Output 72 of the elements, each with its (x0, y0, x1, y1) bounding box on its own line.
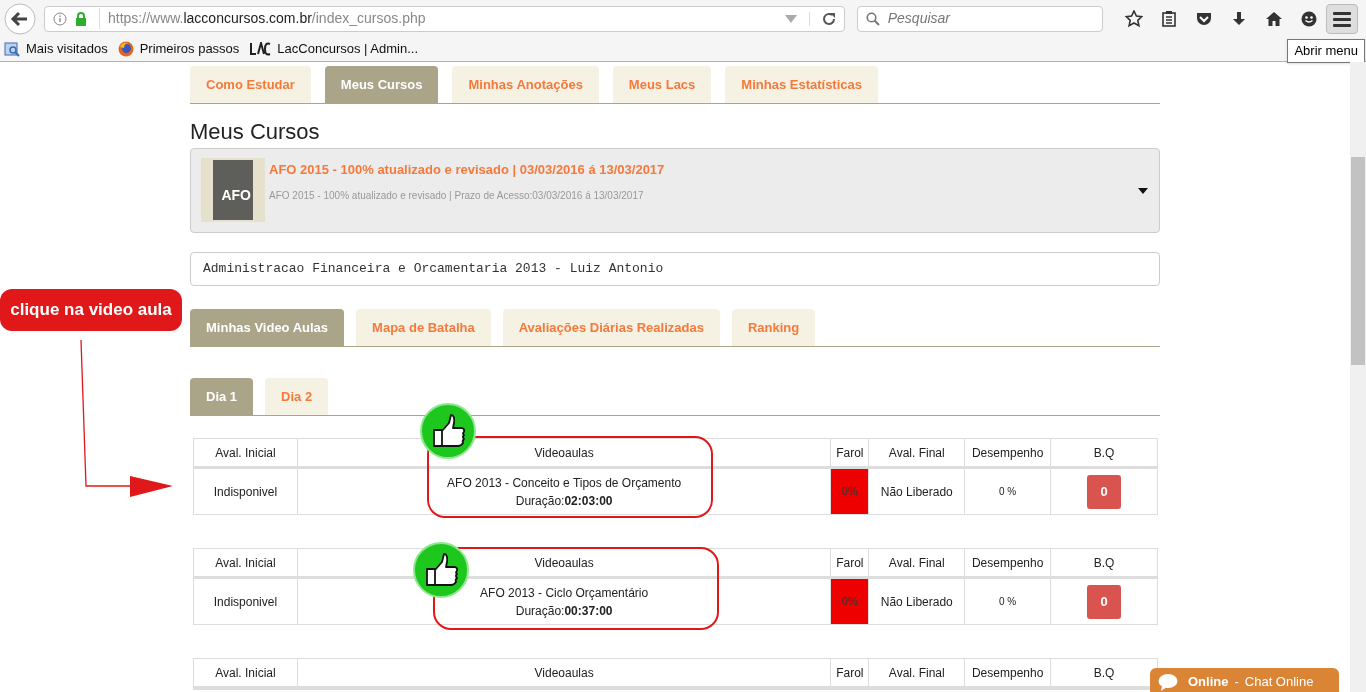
status-light: 0% (831, 469, 870, 514)
bookmark-link[interactable]: LacConcursos | Admin... (277, 39, 418, 59)
tab[interactable]: Minhas Estatísticas (725, 66, 878, 103)
column-header: B.Q (1092, 664, 1116, 682)
tab[interactable]: Meus Lacs (612, 66, 712, 103)
table-cell: 0 % (965, 579, 1052, 624)
course-dropdown[interactable]: AFO AFO 2015 - 100% atualizado e revisado | 03/03/2016 á 13/03/2017 AFO 2015 - 100% atualizado e revisado | Prazo de Acesso:03/03/2016 á 13/03/2017 (190, 148, 1160, 233)
tab[interactable]: Dia 2 (265, 378, 329, 415)
search-icon (865, 11, 880, 26)
column-header: Videoaulas (297, 659, 832, 686)
reload-button[interactable] (808, 11, 836, 26)
info-icon[interactable] (53, 11, 67, 26)
search-field[interactable]: Pesquisar (856, 5, 1104, 32)
bq-button[interactable]: 0 (1087, 584, 1122, 619)
smiley-icon[interactable] (1300, 9, 1319, 28)
table-cell: Indisponivel (194, 579, 298, 624)
callout-label: clique na video aula (0, 289, 182, 331)
column-header: Aval. Inicial (194, 549, 298, 576)
column-header: Aval. Final (869, 549, 966, 576)
column-header: B.Q (1092, 554, 1116, 572)
tooltip: Abrir menu (1287, 39, 1365, 63)
search-input[interactable]: Pesquisar (887, 8, 1095, 29)
column-header: Farol (831, 549, 870, 576)
thumbs-up-icon (413, 542, 469, 598)
clipboard-icon[interactable] (1160, 9, 1179, 28)
tab[interactable]: Ranking (731, 309, 816, 346)
status-light: 0% (831, 579, 870, 624)
back-button[interactable] (4, 2, 36, 35)
column-header: B.Q (1092, 444, 1116, 462)
column-header: Desempenho (965, 439, 1052, 466)
table-cell: Indisponivel (194, 469, 298, 514)
table-cell: Não Liberado (869, 469, 966, 514)
tab[interactable]: Minhas Anotações (452, 66, 599, 103)
tab[interactable]: Mapa de Batalha (356, 309, 491, 346)
firefox-icon (117, 41, 134, 57)
bookmarks-icon (4, 41, 20, 57)
table-cell: 0 % (965, 469, 1052, 514)
lock-icon (75, 11, 87, 26)
lac-logo-icon (249, 42, 272, 56)
thumbs-up-icon (420, 403, 476, 459)
column-header: Desempenho (965, 549, 1052, 576)
tab[interactable]: Meus Cursos (324, 66, 439, 103)
star-icon[interactable] (1125, 9, 1144, 28)
table-cell: Não Liberado (869, 579, 966, 624)
bookmark-link[interactable]: Primeiros passos (139, 39, 240, 59)
url-text: https://www.lacconcursos.com.br/index_cursos.php (99, 8, 426, 29)
tab[interactable]: Minhas Video Aulas (190, 309, 345, 346)
column-header: Desempenho (965, 659, 1052, 686)
bookmark-link[interactable]: Mais visitados (26, 39, 108, 59)
column-header: Farol (831, 439, 870, 466)
column-header: Aval. Inicial (194, 439, 298, 466)
caret-icon (1138, 188, 1148, 194)
address-bar[interactable]: https://www.lacconcursos.com.br/index_cursos.php (44, 5, 845, 32)
chat-bubble-icon (1158, 673, 1178, 691)
menu-button[interactable] (1326, 3, 1358, 34)
bq-button[interactable]: 0 (1087, 474, 1122, 509)
scrollbar[interactable] (1350, 62, 1366, 692)
menu-icon (1333, 10, 1352, 27)
home-icon[interactable] (1265, 9, 1284, 28)
course-title: AFO 2015 - 100% atualizado e revisado | 03/03/2016 á 13/03/2017 (269, 161, 666, 179)
column-header: Farol (831, 659, 870, 686)
page-title: Meus Cursos (190, 118, 321, 146)
course-subtitle: AFO 2015 - 100% atualizado e revisado | Prazo de Acesso:03/03/2016 á 13/03/2017 (269, 188, 645, 203)
column-header: Aval. Inicial (194, 659, 298, 686)
tab[interactable]: Como Estudar (190, 66, 311, 103)
chat-button[interactable]: Online - Chat Online (1150, 668, 1339, 692)
tab[interactable]: Dia 1 (190, 378, 254, 415)
column-header: Aval. Final (869, 439, 966, 466)
column-header: Aval. Final (869, 659, 966, 686)
book-cover-icon: AFO (201, 158, 265, 222)
tab[interactable]: Avaliações Diárias Realizadas (502, 309, 720, 346)
course-select[interactable]: Administracao Financeira e Orcamentaria 2013 - Luiz Antonio (190, 252, 1160, 286)
